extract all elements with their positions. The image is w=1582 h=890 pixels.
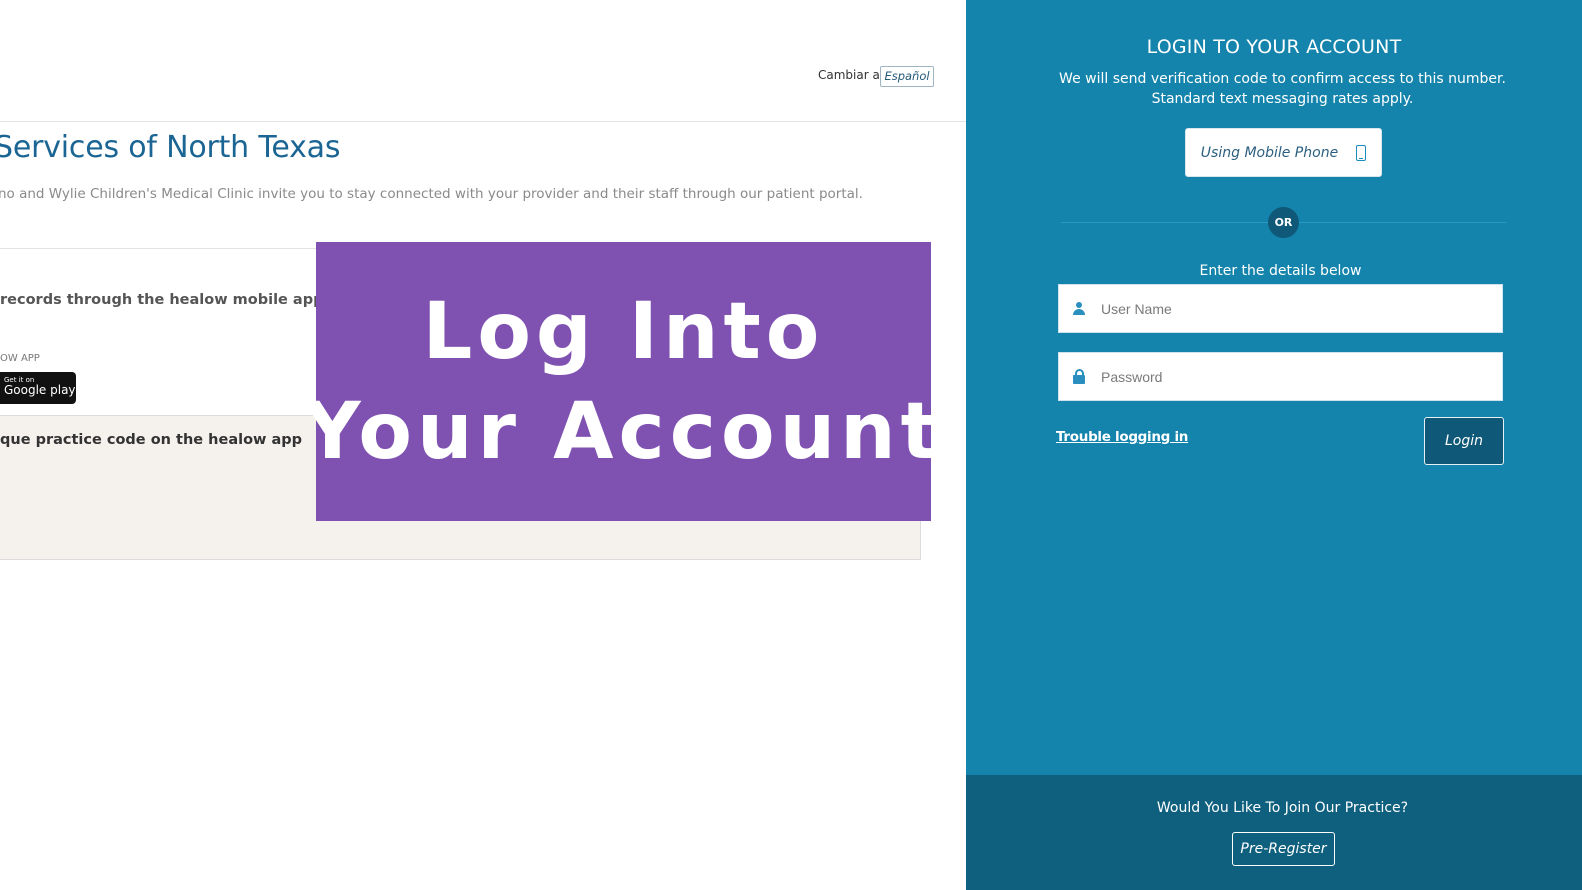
user-icon bbox=[1072, 301, 1086, 316]
banner-line-1: Log Into bbox=[422, 286, 825, 377]
practice-code-heading: que practice code on the healow app bbox=[0, 432, 303, 448]
language-button[interactable]: Español bbox=[880, 66, 934, 87]
google-play-big-text: Google play bbox=[4, 383, 76, 397]
join-practice-footer: Would You Like To Join Our Practice? Pre… bbox=[966, 775, 1582, 890]
or-badge: OR bbox=[1268, 207, 1299, 238]
portal-landing-page: Cambiar a Español Services of North Texa… bbox=[0, 0, 966, 890]
password-field-container bbox=[1058, 352, 1503, 401]
mobile-phone-login-button[interactable]: Using Mobile Phone bbox=[1185, 128, 1382, 177]
login-title: LOGIN TO YOUR ACCOUNT bbox=[1146, 36, 1402, 58]
verification-line-1: We will send verification code to confir… bbox=[1059, 71, 1506, 87]
login-panel: LOGIN TO YOUR ACCOUNT We will send verif… bbox=[966, 0, 1582, 890]
section-divider bbox=[0, 248, 316, 249]
trouble-logging-in-link[interactable]: Trouble logging in bbox=[1056, 429, 1188, 445]
mobile-phone-icon bbox=[1356, 144, 1367, 161]
lock-icon-wrap bbox=[1059, 369, 1099, 384]
details-label: Enter the details below bbox=[1199, 263, 1362, 279]
login-button[interactable]: Login bbox=[1424, 417, 1504, 465]
lock-icon bbox=[1073, 369, 1085, 384]
practice-title: Services of North Texas bbox=[0, 130, 341, 165]
verification-line-2: Standard text messaging rates apply. bbox=[1151, 91, 1414, 107]
language-switch-label: Cambiar a bbox=[818, 68, 880, 82]
app-label: OW APP bbox=[0, 353, 40, 364]
practice-description: no and Wylie Children's Medical Clinic i… bbox=[0, 186, 863, 202]
password-input[interactable] bbox=[1099, 367, 1483, 386]
header-divider bbox=[0, 121, 966, 122]
google-play-badge[interactable]: Get it on Google play bbox=[0, 372, 76, 404]
join-practice-text: Would You Like To Join Our Practice? bbox=[1156, 800, 1409, 816]
login-overlay-banner: Log Into Your Account bbox=[304, 242, 938, 521]
pre-register-button[interactable]: Pre-Register bbox=[1232, 832, 1335, 866]
verification-notice: We will send verification code to confir… bbox=[966, 69, 1582, 109]
app-section-heading: records through the healow mobile app bbox=[0, 292, 324, 308]
username-input[interactable] bbox=[1099, 299, 1483, 318]
user-icon-wrap bbox=[1059, 301, 1099, 316]
banner-line-2: Your Account bbox=[304, 386, 943, 477]
mobile-phone-button-label: Using Mobile Phone bbox=[1200, 144, 1339, 161]
username-field-container bbox=[1058, 284, 1503, 333]
